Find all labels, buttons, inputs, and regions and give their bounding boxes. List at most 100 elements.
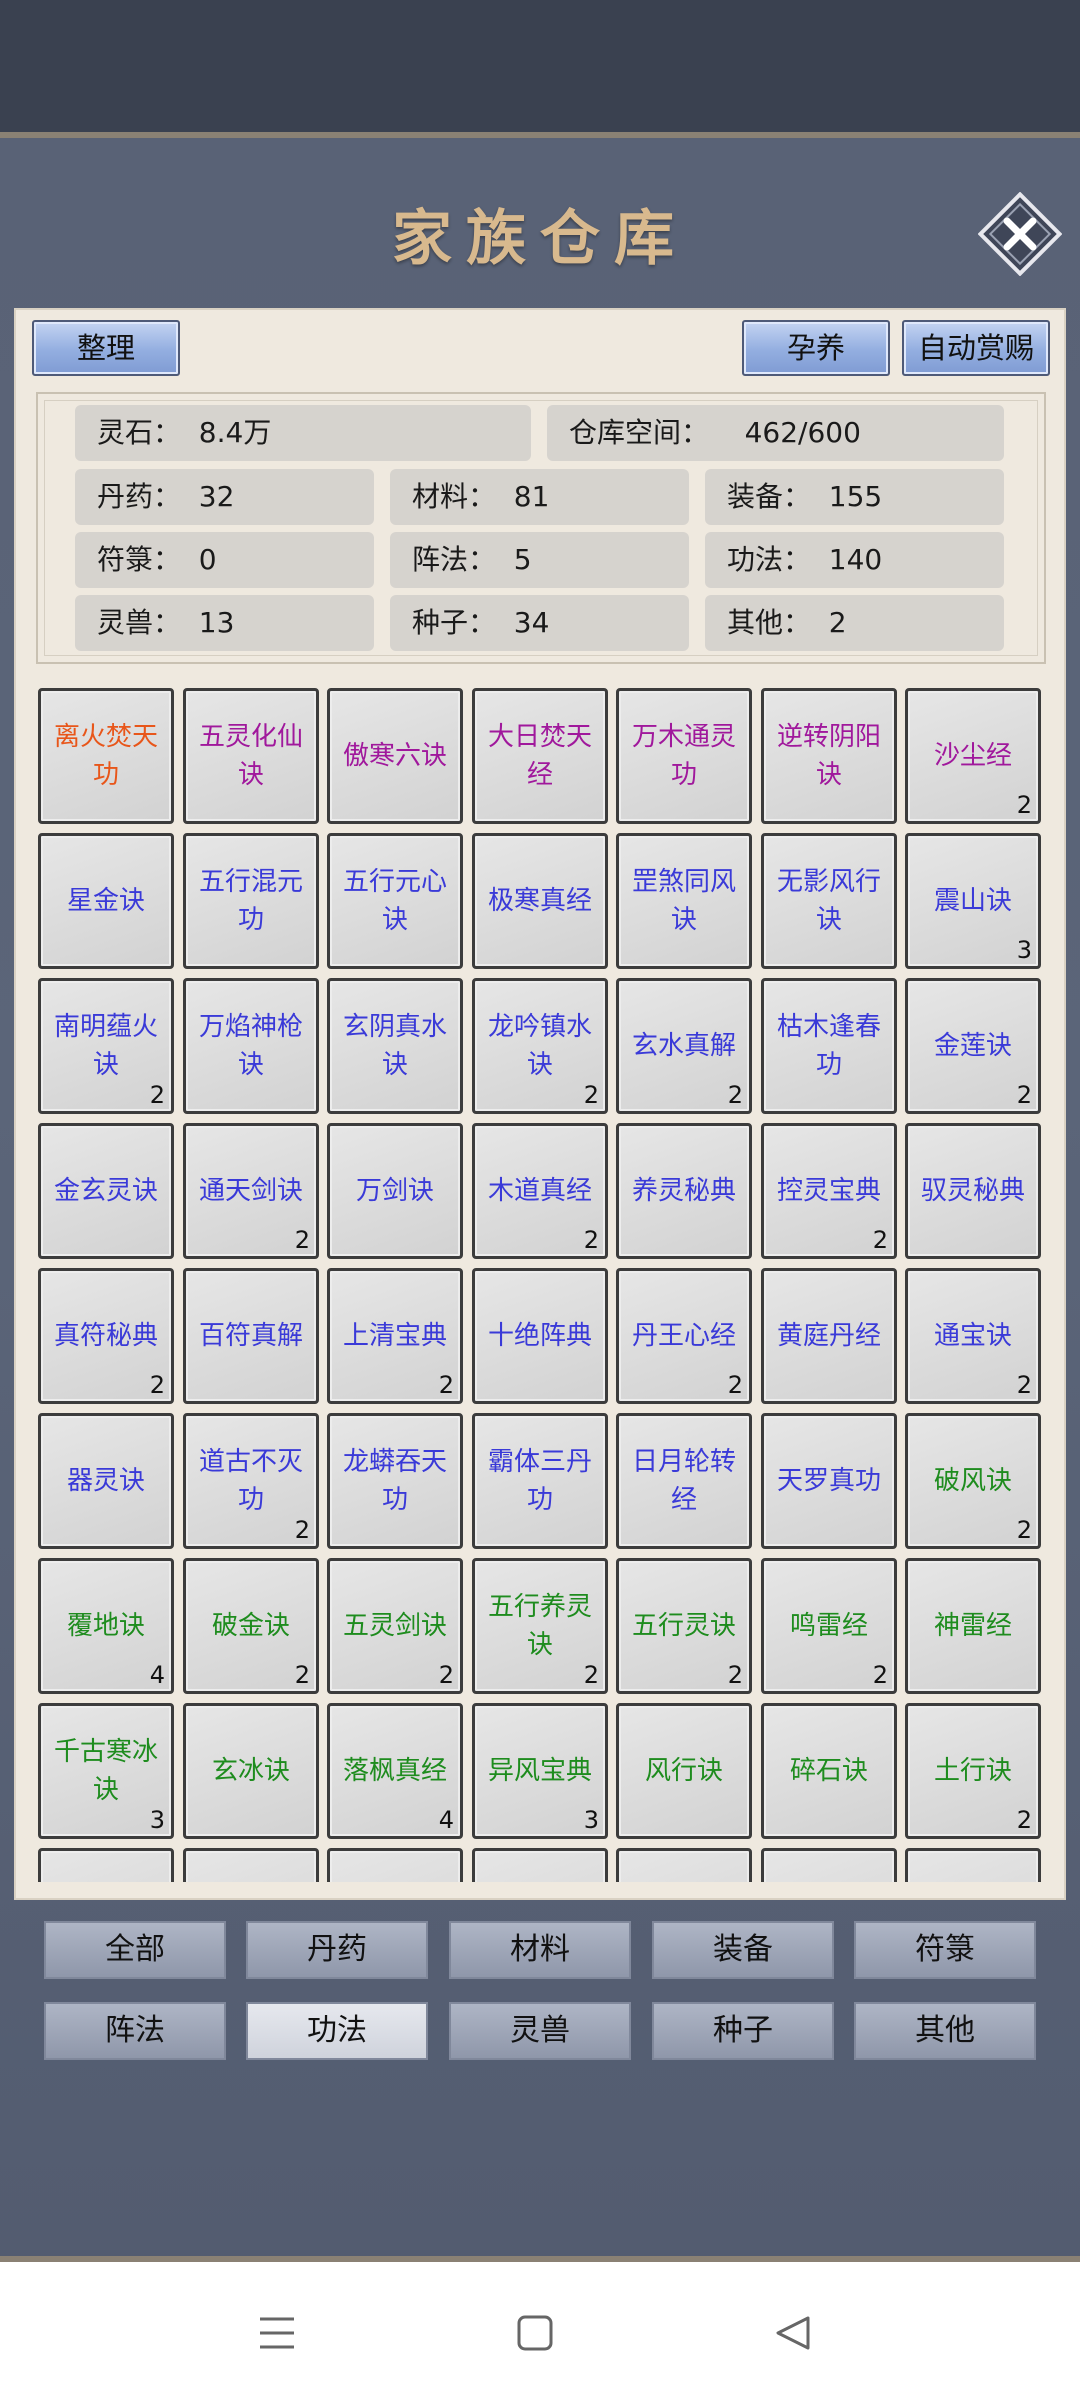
item-cell[interactable]: 五行混元功	[183, 833, 319, 969]
item-cell[interactable]: 逆转阴阳诀	[761, 688, 897, 824]
item-cell[interactable]: 五灵化仙诀	[183, 688, 319, 824]
item-name: 覆地诀	[66, 1611, 145, 1641]
tab-6[interactable]: 功法	[246, 2002, 428, 2060]
item-cell[interactable]: 极寒真经	[472, 833, 608, 969]
item-cell[interactable]: 碎石诀	[761, 1703, 897, 1839]
item-name: 震山诀	[933, 886, 1012, 916]
tab-4[interactable]: 符箓	[854, 1921, 1036, 1979]
item-cell[interactable]: 震山诀 3	[905, 833, 1041, 969]
item-cell[interactable]: 道古不灭功 2	[183, 1413, 319, 1549]
item-count: 4	[438, 1806, 454, 1834]
item-count: 2	[1016, 1516, 1032, 1544]
tab-1[interactable]: 丹药	[246, 1921, 428, 1979]
breed-button[interactable]: 孕养	[742, 320, 890, 376]
item-name: 土行诀	[933, 1756, 1012, 1786]
item-cell[interactable]: 十绝阵典	[472, 1268, 608, 1404]
item-cell[interactable]: 罡煞同风诀	[616, 833, 752, 969]
item-cell[interactable]: 星金诀	[38, 833, 174, 969]
item-cell[interactable]: 通宝诀 2	[905, 1268, 1041, 1404]
item-name: 器灵诀	[66, 1466, 145, 1496]
tab-7[interactable]: 灵兽	[449, 2002, 631, 2060]
tab-8[interactable]: 种子	[652, 2002, 834, 2060]
item-cell[interactable]: 通天剑诀 2	[183, 1123, 319, 1259]
item-cell[interactable]	[38, 1848, 174, 1882]
item-cell[interactable]: 五行元心诀	[327, 833, 463, 969]
item-name: 日月轮转经	[631, 1447, 736, 1515]
item-count: 2	[1016, 1371, 1032, 1399]
item-cell[interactable]: 真符秘典 2	[38, 1268, 174, 1404]
item-cell[interactable]: 大日焚天经	[472, 688, 608, 824]
item-cell[interactable]: 枯木逢春功	[761, 978, 897, 1114]
item-name: 极寒真经	[487, 886, 592, 916]
item-cell[interactable]: 覆地诀 4	[38, 1558, 174, 1694]
item-cell[interactable]: 沙尘经 2	[905, 688, 1041, 824]
tab-5[interactable]: 阵法	[44, 2002, 226, 2060]
tab-2[interactable]: 材料	[449, 1921, 631, 1979]
close-button[interactable]	[977, 191, 1063, 277]
item-cell[interactable]	[472, 1848, 608, 1882]
item-cell[interactable]: 木道真经 2	[472, 1123, 608, 1259]
item-cell[interactable]: 万剑诀	[327, 1123, 463, 1259]
item-cell[interactable]: 百符真解	[183, 1268, 319, 1404]
item-cell[interactable]: 天罗真功	[761, 1413, 897, 1549]
item-cell[interactable]: 控灵宝典 2	[761, 1123, 897, 1259]
item-cell[interactable]: 丹王心经 2	[616, 1268, 752, 1404]
item-cell[interactable]: 龙蟒吞天功	[327, 1413, 463, 1549]
item-cell[interactable]: 神雷经	[905, 1558, 1041, 1694]
item-cell[interactable]: 龙吟镇水诀 2	[472, 978, 608, 1114]
tab-0[interactable]: 全部	[44, 1921, 226, 1979]
item-count: 2	[727, 1661, 743, 1689]
item-cell[interactable]	[327, 1848, 463, 1882]
item-cell[interactable]: 玄阴真水诀	[327, 978, 463, 1114]
home-icon[interactable]	[516, 2314, 554, 2352]
item-cell[interactable]: 万木通灵功	[616, 688, 752, 824]
item-cell[interactable]	[761, 1848, 897, 1882]
back-icon[interactable]	[774, 2314, 812, 2352]
item-cell[interactable]: 风行诀	[616, 1703, 752, 1839]
item-cell[interactable]: 金玄灵诀	[38, 1123, 174, 1259]
item-cell[interactable]: 万焰神枪诀	[183, 978, 319, 1114]
item-cell[interactable]: 土行诀 2	[905, 1703, 1041, 1839]
item-cell[interactable]: 傲寒六诀	[327, 688, 463, 824]
item-cell[interactable]: 破金诀 2	[183, 1558, 319, 1694]
item-cell[interactable]: 鸣雷经 2	[761, 1558, 897, 1694]
item-count: 2	[1016, 1081, 1032, 1109]
item-cell[interactable]	[183, 1848, 319, 1882]
item-cell[interactable]: 五灵剑诀 2	[327, 1558, 463, 1694]
item-name: 罡煞同风诀	[631, 867, 736, 935]
item-cell[interactable]	[905, 1848, 1041, 1882]
tab-3[interactable]: 装备	[652, 1921, 834, 1979]
item-count: 3	[149, 1806, 165, 1834]
item-count: 2	[727, 1081, 743, 1109]
item-cell[interactable]: 器灵诀	[38, 1413, 174, 1549]
item-cell[interactable]: 南明蕴火诀 2	[38, 978, 174, 1114]
item-cell[interactable]: 金莲诀 2	[905, 978, 1041, 1114]
item-cell[interactable]: 玄水真解 2	[616, 978, 752, 1114]
item-name: 万剑诀	[355, 1176, 434, 1206]
item-cell[interactable]: 异风宝典 3	[472, 1703, 608, 1839]
item-cell[interactable]: 落枫真经 4	[327, 1703, 463, 1839]
item-name: 枯木逢春功	[776, 1012, 881, 1080]
item-cell[interactable]: 上清宝典 2	[327, 1268, 463, 1404]
item-cell[interactable]: 驭灵秘典	[905, 1123, 1041, 1259]
item-cell[interactable]: 离火焚天功	[38, 688, 174, 824]
item-cell[interactable]: 五行灵诀 2	[616, 1558, 752, 1694]
item-cell[interactable]: 千古寒冰诀 3	[38, 1703, 174, 1839]
item-cell[interactable]: 玄冰诀	[183, 1703, 319, 1839]
item-name: 玄阴真水诀	[342, 1012, 447, 1080]
item-cell[interactable]: 霸体三丹功	[472, 1413, 608, 1549]
item-cell[interactable]: 五行养灵诀 2	[472, 1558, 608, 1694]
auto-reward-button[interactable]: 自动赏赐	[902, 320, 1050, 376]
item-cell[interactable]: 养灵秘典	[616, 1123, 752, 1259]
item-count: 2	[1016, 1806, 1032, 1834]
item-cell[interactable]: 无影风行诀	[761, 833, 897, 969]
tab-9[interactable]: 其他	[854, 2002, 1036, 2060]
sort-button[interactable]: 整理	[32, 320, 180, 376]
stat-equipment: 装备： 155	[705, 469, 1004, 525]
item-name: 万木通灵功	[631, 722, 736, 790]
item-cell[interactable]: 黄庭丹经	[761, 1268, 897, 1404]
item-cell[interactable]: 破风诀 2	[905, 1413, 1041, 1549]
item-cell[interactable]: 日月轮转经	[616, 1413, 752, 1549]
menu-icon[interactable]	[258, 2314, 296, 2352]
item-cell[interactable]	[616, 1848, 752, 1882]
